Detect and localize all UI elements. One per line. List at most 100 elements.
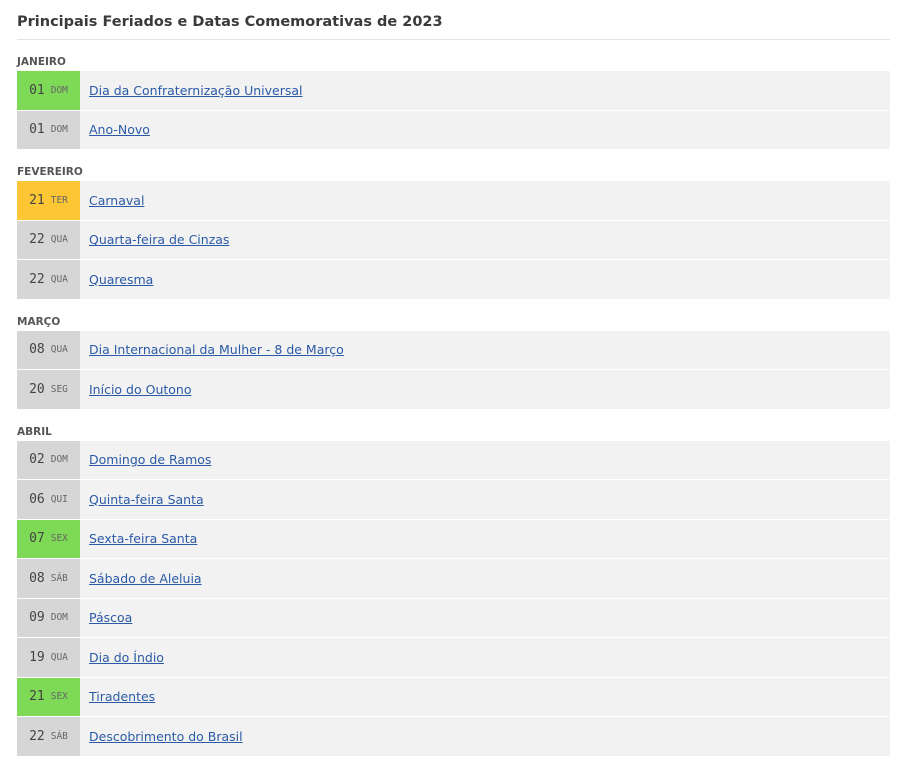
holiday-row: 22 QUA Quaresma	[17, 260, 890, 300]
date-badge: 19 QUA	[17, 638, 80, 677]
weekday-abbr: QUA	[50, 234, 68, 246]
holiday-link[interactable]: Quinta-feira Santa	[89, 492, 204, 507]
weekday-abbr: QUA	[50, 344, 68, 356]
weekday-abbr: SEG	[50, 383, 68, 395]
holiday-link[interactable]: Quarta-feira de Cinzas	[89, 232, 229, 247]
day-number: 21	[29, 192, 45, 208]
holiday-link[interactable]: Dia do Índio	[89, 650, 164, 665]
holiday-name-cell: Dia Internacional da Mulher - 8 de Março	[80, 331, 344, 370]
weekday-abbr: DOM	[50, 454, 68, 466]
holiday-rows: 21 TER Carnaval 22 QUA Quarta-feira de C…	[17, 181, 890, 300]
holiday-link[interactable]: Carnaval	[89, 193, 144, 208]
month-section-3: MARÇO 08 QUA Dia Internacional da Mulher…	[17, 300, 890, 410]
date-badge: 01 DOM	[17, 110, 80, 149]
holiday-row: 22 SÁB Descobrimento do Brasil	[17, 717, 890, 757]
day-number: 22	[29, 271, 45, 287]
holiday-name-cell: Quaresma	[80, 260, 153, 299]
day-number: 22	[29, 232, 45, 248]
holiday-row: 08 QUA Dia Internacional da Mulher - 8 d…	[17, 330, 890, 370]
day-number: 01	[29, 82, 45, 98]
holiday-name-cell: Sexta-feira Santa	[80, 520, 197, 559]
day-number: 08	[29, 342, 45, 358]
weekday-abbr: DOM	[50, 84, 68, 96]
weekday-abbr: SEX	[50, 533, 68, 545]
holiday-row: 01 DOM Ano-Novo	[17, 110, 890, 150]
day-number: 02	[29, 452, 45, 468]
date-badge: 08 QUA	[17, 330, 80, 369]
month-section-4: ABRIL 02 DOM Domingo de Ramos 06 QUI Qui…	[17, 410, 890, 757]
day-number: 09	[29, 610, 45, 626]
day-number: 07	[29, 531, 45, 547]
holiday-link[interactable]: Quaresma	[89, 272, 153, 287]
holiday-list-container: Principais Feriados e Datas Comemorativa…	[17, 0, 890, 757]
date-badge: 22 SÁB	[17, 717, 80, 756]
weekday-abbr: TER	[50, 194, 68, 206]
holiday-rows: 08 QUA Dia Internacional da Mulher - 8 d…	[17, 330, 890, 410]
weekday-abbr: QUI	[50, 493, 68, 505]
holiday-link[interactable]: Início do Outono	[89, 382, 191, 397]
date-badge: 21 TER	[17, 181, 80, 220]
holiday-row: 21 TER Carnaval	[17, 181, 890, 221]
weekday-abbr: SÁB	[50, 730, 68, 742]
holiday-link[interactable]: Domingo de Ramos	[89, 452, 211, 467]
day-number: 19	[29, 649, 45, 665]
holiday-link[interactable]: Ano-Novo	[89, 122, 150, 137]
holiday-name-cell: Quarta-feira de Cinzas	[80, 221, 229, 260]
date-badge: 22 QUA	[17, 260, 80, 299]
holiday-name-cell: Dia do Índio	[80, 638, 164, 677]
holiday-name-cell: Descobrimento do Brasil	[80, 717, 243, 756]
holiday-rows: 01 DOM Dia da Confraternização Universal…	[17, 71, 890, 150]
holiday-name-cell: Páscoa	[80, 599, 132, 638]
date-badge: 02 DOM	[17, 440, 80, 479]
holiday-link[interactable]: Dia da Confraternização Universal	[89, 83, 303, 98]
holiday-row: 07 SEX Sexta-feira Santa	[17, 519, 890, 559]
date-badge: 08 SÁB	[17, 559, 80, 598]
holiday-name-cell: Dia da Confraternização Universal	[80, 71, 303, 110]
holiday-name-cell: Início do Outono	[80, 370, 191, 409]
holiday-row: 01 DOM Dia da Confraternização Universal	[17, 71, 890, 111]
month-label: MARÇO	[17, 315, 61, 328]
holiday-link[interactable]: Sexta-feira Santa	[89, 531, 197, 546]
holiday-name-cell: Domingo de Ramos	[80, 441, 211, 480]
weekday-abbr: QUA	[50, 651, 68, 663]
months-list: JANEIRO 01 DOM Dia da Confraternização U…	[17, 40, 890, 757]
weekday-abbr: SEX	[50, 691, 68, 703]
month-section-1: JANEIRO 01 DOM Dia da Confraternização U…	[17, 40, 890, 150]
holiday-row: 02 DOM Domingo de Ramos	[17, 440, 890, 480]
holiday-link[interactable]: Dia Internacional da Mulher - 8 de Março	[89, 342, 344, 357]
holiday-name-cell: Tiradentes	[80, 678, 155, 717]
holiday-name-cell: Quinta-feira Santa	[80, 480, 204, 519]
weekday-abbr: QUA	[50, 273, 68, 285]
holiday-link[interactable]: Tiradentes	[89, 689, 155, 704]
holiday-name-cell: Sábado de Aleluia	[80, 559, 202, 598]
page-title: Principais Feriados e Datas Comemorativa…	[17, 0, 890, 40]
holiday-rows: 02 DOM Domingo de Ramos 06 QUI Quinta-fe…	[17, 440, 890, 757]
month-label: JANEIRO	[17, 56, 66, 68]
day-number: 22	[29, 728, 45, 744]
holiday-link[interactable]: Páscoa	[89, 610, 132, 625]
holiday-link[interactable]: Sábado de Aleluia	[89, 571, 202, 586]
month-section-2: FEVEREIRO 21 TER Carnaval 22 QUA Quarta-…	[17, 150, 890, 300]
holiday-link[interactable]: Descobrimento do Brasil	[89, 729, 243, 744]
day-number: 20	[29, 381, 45, 397]
day-number: 01	[29, 122, 45, 138]
day-number: 21	[29, 689, 45, 705]
weekday-abbr: DOM	[50, 124, 68, 136]
day-number: 06	[29, 491, 45, 507]
date-badge: 20 SEG	[17, 370, 80, 409]
date-badge: 01 DOM	[17, 71, 80, 110]
date-badge: 07 SEX	[17, 519, 80, 558]
weekday-abbr: DOM	[50, 612, 68, 624]
holiday-name-cell: Ano-Novo	[80, 111, 150, 150]
month-label: FEVEREIRO	[17, 166, 83, 178]
holiday-row: 22 QUA Quarta-feira de Cinzas	[17, 220, 890, 260]
date-badge: 22 QUA	[17, 220, 80, 259]
holiday-row: 08 SÁB Sábado de Aleluia	[17, 559, 890, 599]
date-badge: 09 DOM	[17, 598, 80, 637]
month-label: ABRIL	[17, 425, 52, 438]
holiday-row: 19 QUA Dia do Índio	[17, 638, 890, 678]
holiday-row: 20 SEG Início do Outono	[17, 370, 890, 410]
date-badge: 21 SEX	[17, 677, 80, 716]
holiday-name-cell: Carnaval	[80, 181, 144, 220]
holiday-row: 21 SEX Tiradentes	[17, 677, 890, 717]
